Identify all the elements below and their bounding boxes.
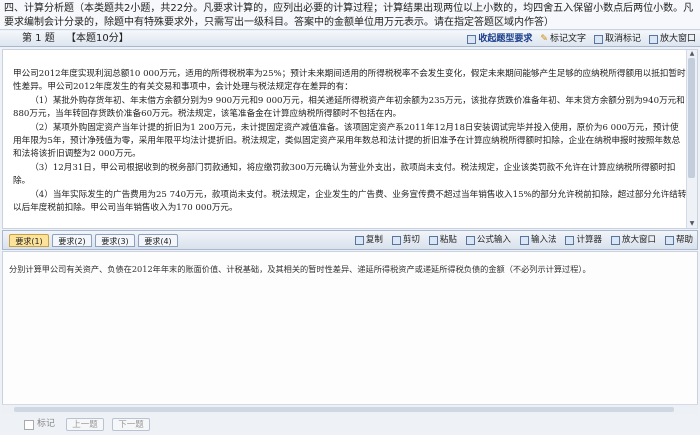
copy-button[interactable]: 复制: [354, 234, 383, 247]
footer-bar: 标记 上一题 下一题: [0, 414, 700, 435]
highlight-text-button[interactable]: ✎ 标记文字: [540, 31, 586, 47]
question-paragraph: 甲公司2012年度实现利润总额10 000万元，适用的所得税税率为25%；预计未…: [13, 69, 686, 93]
enlarge-icon: [648, 34, 658, 44]
question-header: 第 1 题 【本题10分】 收起题型要求 ✎ 标记文字 取消标记 放大窗口: [0, 31, 700, 47]
paste-button[interactable]: 粘贴: [428, 234, 457, 247]
calculator-button[interactable]: 计算器: [565, 234, 602, 247]
collapse-requirements-button[interactable]: 收起题型要求: [467, 31, 532, 47]
calculator-icon: [565, 236, 575, 245]
unmark-button[interactable]: 取消标记: [593, 31, 641, 47]
checkbox-icon: [24, 419, 34, 430]
question-paragraph: （1）某批外购存货年初、年末借方余额分别为9 900万元和9 000万元，相关递…: [13, 95, 685, 120]
formula-icon: [465, 236, 475, 245]
enlarge-answer-window-button[interactable]: 放大窗口: [610, 234, 656, 247]
scroll-down-icon[interactable]: ▼: [687, 220, 697, 228]
answer-tabs-bar: 要求(1) 要求(2) 要求(3) 要求(4) 复制 剪切 粘贴 公式输入 输入…: [2, 230, 698, 250]
help-icon: [664, 236, 674, 245]
editor-toolbar: 复制 剪切 粘贴 公式输入 输入法 计算器 放大窗口 帮助: [354, 234, 693, 247]
collapse-icon: [467, 34, 477, 44]
mark-checkbox[interactable]: 标记: [24, 414, 55, 435]
answer-editor[interactable]: 分别计算甲公司有关资产、负债在2012年年末的账面价值、计税基础，及其相关的暂时…: [2, 251, 698, 414]
copy-icon: [354, 236, 364, 245]
ime-button[interactable]: 输入法: [519, 234, 556, 247]
question-number: 第 1 题: [22, 33, 55, 44]
question-score: 【本题10分】: [66, 33, 129, 44]
horizontal-scrollbar-thumb[interactable]: [14, 407, 674, 412]
tab-requirement-1[interactable]: 要求(1): [9, 234, 49, 247]
scroll-up-icon[interactable]: ▲: [687, 50, 697, 58]
horizontal-scrollbar[interactable]: [2, 404, 698, 414]
help-button[interactable]: 帮助: [664, 234, 693, 247]
enlarge-window-button[interactable]: 放大窗口: [648, 31, 696, 47]
question-paragraph: （2）某项外购固定资产当年计提的折旧为1 200万元，未计提固定资产减值准备。该…: [13, 122, 681, 160]
ime-icon: [519, 236, 529, 245]
cut-icon: [391, 236, 401, 245]
tab-requirement-2[interactable]: 要求(2): [52, 234, 92, 247]
unmark-icon: [593, 34, 603, 44]
enlarge-icon: [610, 236, 620, 245]
question-paragraph: （3）12月31日，甲公司根据收到的税务部门罚款通知，将应缴罚款300万元确认为…: [13, 162, 676, 187]
question-content[interactable]: 甲公司2012年度实现利润总额10 000万元，适用的所得税税率为25%；预计未…: [2, 49, 698, 229]
cut-button[interactable]: 剪切: [391, 234, 420, 247]
paste-icon: [428, 236, 438, 245]
question-scrollbar[interactable]: ▲ ▼: [686, 50, 697, 228]
question-paragraph: （4）当年实际发生的广告费用为25 740万元，款项尚未支付。税法规定，企业发生…: [13, 189, 687, 214]
next-question-button[interactable]: 下一题: [112, 418, 150, 431]
formula-input-button[interactable]: 公式输入: [465, 234, 511, 247]
tab-requirement-4[interactable]: 要求(4): [138, 234, 178, 247]
question-toolbar: 收起题型要求 ✎ 标记文字 取消标记 放大窗口: [467, 31, 696, 47]
prev-question-button[interactable]: 上一题: [66, 418, 104, 431]
tab-requirement-3[interactable]: 要求(3): [95, 234, 135, 247]
highlight-icon: ✎: [540, 34, 548, 44]
answer-prompt: 分别计算甲公司有关资产、负债在2012年年末的账面价值、计税基础，及其相关的暂时…: [9, 264, 591, 274]
section-instructions: 四、计算分析题（本类题共2小题，共22分。凡要求计算的，应列出必要的计算过程；计…: [0, 0, 700, 30]
scrollbar-thumb[interactable]: [688, 58, 695, 178]
